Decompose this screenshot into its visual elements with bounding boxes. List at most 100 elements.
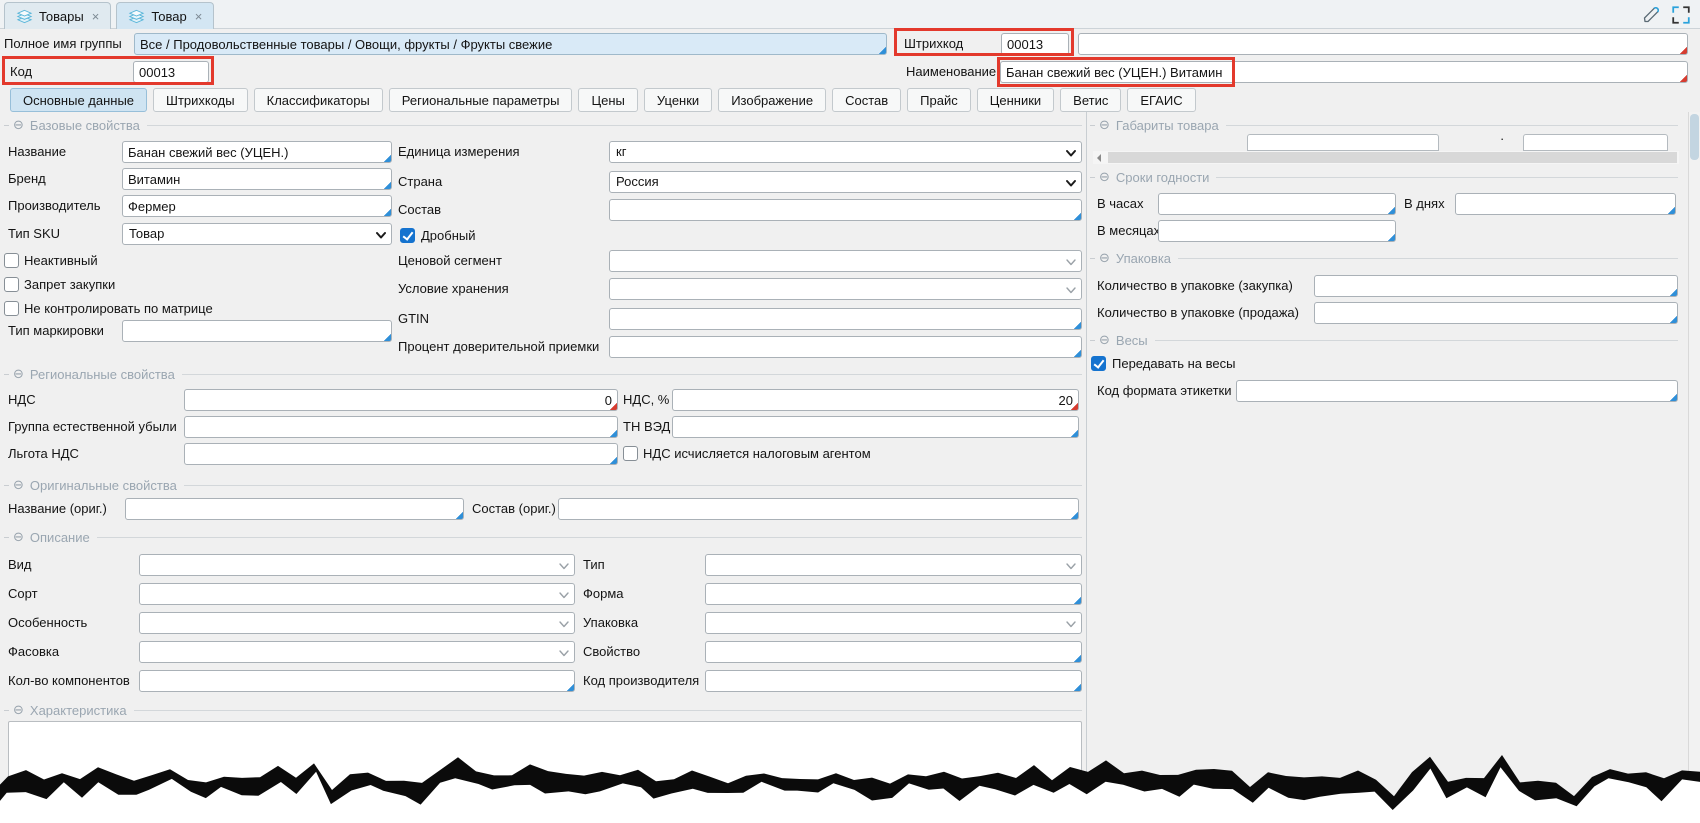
dimension-field-partial[interactable] [1523, 134, 1668, 151]
tab-composition[interactable]: Состав [832, 88, 901, 112]
country-select[interactable]: Россия [609, 171, 1082, 193]
kind-select[interactable] [139, 554, 575, 576]
characteristic-textarea[interactable] [8, 721, 1082, 819]
edit-pencil-icon[interactable] [1641, 5, 1661, 25]
no-matrix-checkbox[interactable] [4, 301, 19, 316]
brand-field[interactable] [122, 168, 392, 190]
tab-pricelist[interactable]: Прайс [907, 88, 971, 112]
gtin-label: GTIN [398, 308, 429, 330]
group-path-field[interactable] [134, 33, 887, 55]
group-title: Сроки годности [1116, 170, 1210, 185]
window-tab-product[interactable]: Товар × [116, 2, 214, 29]
scrollbar-thumb[interactable] [1108, 152, 1677, 163]
scroll-left-icon[interactable] [1097, 154, 1101, 162]
barcode-extra-field[interactable] [1078, 33, 1688, 55]
chevron-down-icon [1064, 283, 1078, 297]
section-tabbar: Основные данные Штрихкоды Классификаторы… [10, 88, 1196, 112]
composition-field[interactable] [609, 199, 1082, 221]
tab-prices[interactable]: Цены [578, 88, 637, 112]
tab-egais[interactable]: ЕГАИС [1127, 88, 1195, 112]
group-path-label: Полное имя группы [4, 33, 122, 55]
vat-tax-agent-checkbox[interactable] [623, 446, 638, 461]
hours-field[interactable] [1158, 193, 1396, 215]
pane-divider [1086, 112, 1087, 823]
natural-loss-field[interactable] [184, 416, 618, 438]
barcode-field[interactable] [1001, 33, 1069, 55]
tab-classifiers[interactable]: Классификаторы [254, 88, 383, 112]
days-field[interactable] [1455, 193, 1676, 215]
manufacturer-field[interactable] [122, 195, 392, 217]
tab-main-data[interactable]: Основные данные [10, 88, 147, 112]
dimension-separator: · [1500, 128, 1504, 150]
collapse-icon[interactable]: ⊖ [13, 367, 24, 381]
qty-purchase-field[interactable] [1314, 275, 1678, 297]
tab-markdowns[interactable]: Уценки [644, 88, 712, 112]
vat-benefit-field[interactable] [184, 443, 618, 465]
dimensions-horizontal-scrollbar[interactable] [1093, 151, 1679, 164]
collapse-icon[interactable]: ⊖ [1099, 118, 1110, 132]
qty-sale-field[interactable] [1314, 302, 1678, 324]
unit-label: Единица измерения [398, 141, 520, 163]
chevron-down-icon [1064, 559, 1078, 573]
send-to-scales-checkbox[interactable] [1091, 356, 1106, 371]
send-to-scales-label: Передавать на весы [1112, 353, 1235, 375]
chevron-down-icon [374, 228, 388, 242]
package-select[interactable] [705, 612, 1082, 634]
months-field[interactable] [1158, 220, 1396, 242]
tn-ved-field[interactable] [672, 416, 1079, 438]
scrollbar-thumb[interactable] [1690, 114, 1699, 160]
name-field[interactable] [1000, 61, 1688, 83]
trust-acceptance-field[interactable] [609, 336, 1082, 358]
inactive-checkbox[interactable] [4, 253, 19, 268]
form-field[interactable] [705, 583, 1082, 605]
label-format-code-label: Код формата этикетки [1097, 380, 1232, 402]
vat-field[interactable] [184, 389, 618, 411]
packing-select[interactable] [139, 641, 575, 663]
fractional-checkbox[interactable] [400, 228, 415, 243]
collapse-icon[interactable]: ⊖ [13, 530, 24, 544]
marking-type-field[interactable] [122, 320, 392, 342]
sku-type-select[interactable]: Товар [122, 223, 392, 245]
type-select[interactable] [705, 554, 1082, 576]
tab-image[interactable]: Изображение [718, 88, 826, 112]
purchase-ban-checkbox[interactable] [4, 277, 19, 292]
kind-label: Вид [8, 554, 32, 576]
window-tab-products[interactable]: Товары × [4, 2, 111, 29]
collapse-icon[interactable]: ⊖ [13, 118, 24, 132]
close-tab-icon[interactable]: × [195, 9, 203, 24]
collapse-icon[interactable]: ⊖ [1099, 251, 1110, 265]
group-characteristic: ⊖ Характеристика [4, 702, 1082, 718]
tab-vetis[interactable]: Ветис [1060, 88, 1121, 112]
natural-loss-label: Группа естественной убыли [8, 416, 177, 438]
close-tab-icon[interactable]: × [92, 9, 100, 24]
property-field[interactable] [705, 641, 1082, 663]
group-title: Оригинальные свойства [30, 478, 177, 493]
sort-select[interactable] [139, 583, 575, 605]
tab-regional-params[interactable]: Региональные параметры [389, 88, 573, 112]
gtin-field[interactable] [609, 308, 1082, 330]
collapse-icon[interactable]: ⊖ [1099, 170, 1110, 184]
packing-label: Фасовка [8, 641, 59, 663]
layers-icon [16, 9, 33, 24]
tab-price-tags[interactable]: Ценники [977, 88, 1054, 112]
storage-condition-select[interactable] [609, 278, 1082, 300]
tab-barcodes[interactable]: Штрихкоды [153, 88, 248, 112]
group-dimensions: ⊖ Габариты товара [1090, 117, 1678, 133]
manufacturer-code-field[interactable] [705, 670, 1082, 692]
composition-orig-field[interactable] [558, 498, 1079, 520]
name-orig-field[interactable] [125, 498, 464, 520]
feature-select[interactable] [139, 612, 575, 634]
vat-percent-field[interactable] [672, 389, 1079, 411]
collapse-icon[interactable]: ⊖ [1099, 333, 1110, 347]
unit-select[interactable]: кг [609, 141, 1082, 163]
code-field[interactable] [133, 61, 209, 83]
dimension-field-partial[interactable] [1247, 134, 1439, 151]
components-count-field[interactable] [139, 670, 575, 692]
collapse-icon[interactable]: ⊖ [13, 478, 24, 492]
price-segment-select[interactable] [609, 250, 1082, 272]
maximize-icon[interactable] [1671, 5, 1691, 25]
collapse-icon[interactable]: ⊖ [13, 703, 24, 717]
label-format-code-field[interactable] [1236, 380, 1678, 402]
product-name-field[interactable] [122, 141, 392, 163]
vertical-scrollbar[interactable] [1688, 112, 1700, 823]
